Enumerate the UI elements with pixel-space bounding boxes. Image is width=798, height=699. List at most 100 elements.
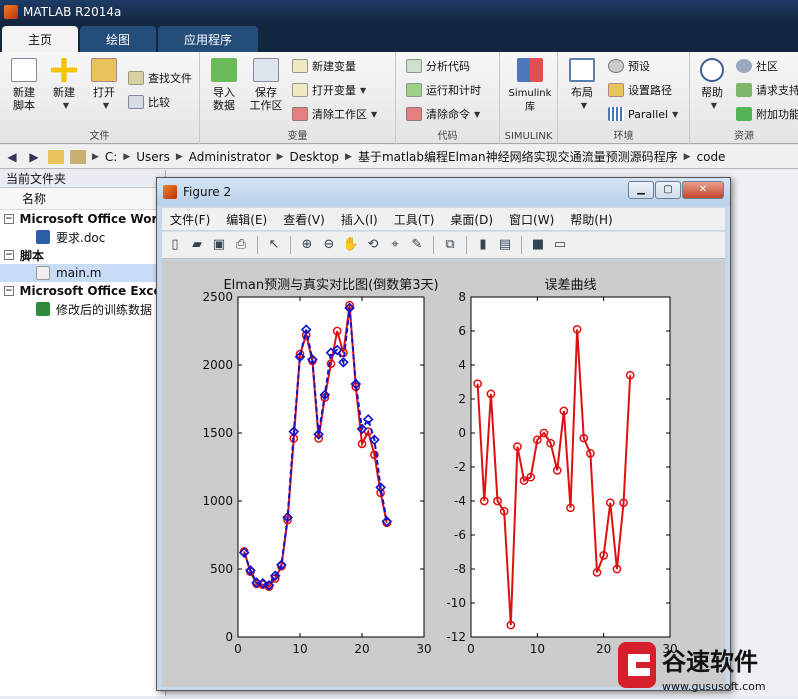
open-button[interactable]: 打开 ▼	[82, 58, 126, 112]
find-files-button[interactable]: 查找文件	[128, 68, 192, 88]
layout-icon	[569, 58, 595, 82]
menu-desktop[interactable]: 桌面(D)	[442, 211, 501, 228]
data-cursor-icon[interactable]: ⌖	[386, 236, 404, 254]
set-path-button[interactable]: 设置路径	[608, 80, 672, 100]
analyze-code-icon	[406, 59, 422, 73]
chart-title-0: Elman预测与真实对比图(倒数第3天)	[223, 278, 438, 293]
figure-titlebar[interactable]: Figure 2 ▁ ▢ ✕	[157, 178, 730, 206]
brush-icon[interactable]: ✎	[408, 236, 426, 254]
analyze-code-button[interactable]: 分析代码	[406, 56, 470, 76]
clear-workspace-icon	[292, 107, 308, 121]
back-arrow-icon[interactable]: ◀	[4, 150, 20, 164]
current-folder-panel: 当前文件夹 名称 − Microsoft Office Word 要求.doc …	[0, 170, 166, 696]
hide-plot-tools-icon[interactable]: ■	[529, 236, 547, 254]
menu-file[interactable]: 文件(F)	[162, 211, 218, 228]
collapse-icon[interactable]: −	[4, 286, 14, 296]
y-tick-label-1-7: 2	[458, 392, 466, 406]
new-script-button[interactable]: 新建 脚本	[2, 58, 46, 112]
forward-arrow-icon[interactable]: ▶	[26, 150, 42, 164]
ribbon-group-code: 分析代码 运行和计时 清除命令 ▼ 代码	[396, 52, 500, 144]
run-and-time-button[interactable]: 运行和计时	[406, 80, 481, 100]
add-ons-button[interactable]: 附加功能	[736, 104, 798, 124]
legend-icon[interactable]: ▤	[496, 236, 514, 254]
compare-button[interactable]: 比较	[128, 92, 170, 112]
breadcrumb-code[interactable]: code	[697, 150, 726, 164]
ribbon-tabs: 主页 绘图 应用程序	[0, 24, 798, 52]
parallel-button[interactable]: Parallel ▼	[608, 104, 678, 124]
menu-insert[interactable]: 插入(I)	[333, 211, 386, 228]
compare-icon	[128, 95, 144, 109]
pan-hand-icon[interactable]: ✋	[342, 236, 360, 254]
menu-edit[interactable]: 编辑(E)	[218, 211, 275, 228]
ribbon-group-environment: 布局 ▼ 预设 设置路径 Parallel ▼ 环境	[558, 52, 690, 144]
tab-plots[interactable]: 绘图	[80, 26, 157, 52]
address-bar: ◀ ▶ ▶ C: ▶ Users ▶ Administrator ▶ Deskt…	[0, 145, 798, 169]
menu-help[interactable]: 帮助(H)	[562, 211, 620, 228]
pointer-icon[interactable]: ↖	[265, 236, 283, 254]
figure-canvas[interactable]: Elman预测与真实对比图(倒数第3天) 0 10 20 30 0 500 1000 1500 2…	[162, 260, 725, 687]
watermark-logo-icon	[618, 642, 656, 688]
x-tick-label-1-0: 0	[467, 642, 475, 656]
zoom-out-icon[interactable]: ⊖	[320, 236, 338, 254]
close-button[interactable]: ✕	[682, 181, 724, 199]
clear-workspace-button[interactable]: 清除工作区 ▼	[292, 104, 377, 124]
minimize-button[interactable]: ▁	[628, 181, 654, 199]
group-scripts[interactable]: − 脚本	[0, 246, 165, 264]
open-file-icon[interactable]: ▰	[188, 236, 206, 254]
breadcrumb-project-folder[interactable]: 基于matlab编程Elman神经网络实现交通流量预测源码程序	[358, 148, 678, 165]
breadcrumb-users[interactable]: Users	[136, 150, 170, 164]
tab-apps[interactable]: 应用程序	[158, 26, 259, 52]
preferences-button[interactable]: 预设	[608, 56, 650, 76]
y-tick-label-1-10: 8	[458, 290, 466, 304]
open-variable-button[interactable]: 打开变量 ▼	[292, 80, 366, 100]
save-workspace-button[interactable]: 保存 工作区	[244, 58, 288, 112]
menu-tools[interactable]: 工具(T)	[386, 211, 443, 228]
layout-button[interactable]: 布局 ▼	[560, 58, 604, 112]
ribbon: 新建 脚本 新建▼ 打开▼ 查找文件 比较 文件 导入 数据 保存 工作区	[0, 52, 798, 144]
file-item[interactable]: 要求.doc	[0, 228, 165, 246]
folder-icon	[91, 58, 117, 82]
name-column-header[interactable]: 名称	[0, 188, 165, 210]
breadcrumb-administrator[interactable]: Administrator	[189, 150, 271, 164]
y-tick-label-1-9: 6	[458, 324, 466, 338]
community-button[interactable]: 社区	[736, 56, 778, 76]
tab-home[interactable]: 主页	[2, 26, 79, 52]
x-tick-label-0-2: 20	[354, 642, 369, 656]
maximize-button[interactable]: ▢	[655, 181, 681, 199]
print-icon[interactable]: ⎙	[232, 236, 250, 254]
help-button[interactable]: 帮助 ▼	[690, 58, 734, 112]
new-variable-button[interactable]: 新建变量	[292, 56, 356, 76]
group-word[interactable]: − Microsoft Office Word	[0, 210, 165, 228]
figure-window[interactable]: Figure 2 ▁ ▢ ✕ 文件(F) 编辑(E) 查看(V) 插入(I) 工…	[156, 177, 731, 691]
simulink-library-button[interactable]: Simulink 库	[504, 58, 556, 114]
import-data-button[interactable]: 导入 数据	[202, 58, 246, 112]
community-icon	[736, 59, 752, 73]
show-plot-tools-icon[interactable]: ▭	[551, 236, 569, 254]
group-excel[interactable]: − Microsoft Office Excel	[0, 282, 165, 300]
browse-folder-icon[interactable]	[70, 149, 86, 164]
menu-view[interactable]: 查看(V)	[275, 211, 333, 228]
request-support-button[interactable]: 请求支持	[736, 80, 798, 100]
save-icon[interactable]: ▣	[210, 236, 228, 254]
file-item[interactable]: 修改后的训练数据	[0, 300, 165, 318]
help-icon	[700, 58, 724, 82]
file-item[interactable]: main.m	[0, 264, 165, 282]
zoom-in-icon[interactable]: ⊕	[298, 236, 316, 254]
collapse-icon[interactable]: −	[4, 250, 14, 260]
rotate-icon[interactable]: ⟲	[364, 236, 382, 254]
add-ons-icon	[736, 107, 752, 121]
up-folder-icon[interactable]	[48, 149, 64, 164]
breadcrumb-c[interactable]: C:	[105, 150, 117, 164]
m-file-icon	[36, 266, 50, 280]
clear-commands-button[interactable]: 清除命令 ▼	[406, 104, 480, 124]
new-button[interactable]: 新建 ▼	[42, 58, 86, 112]
breadcrumb-desktop[interactable]: Desktop	[290, 150, 340, 164]
link-plot-icon[interactable]: ⧉	[441, 236, 459, 254]
x-tick-label-1-1: 10	[530, 642, 545, 656]
colorbar-icon[interactable]: ▮	[474, 236, 492, 254]
menu-window[interactable]: 窗口(W)	[501, 211, 562, 228]
open-variable-icon	[292, 83, 308, 97]
collapse-icon[interactable]: −	[4, 214, 14, 224]
ribbon-group-simulink: Simulink 库 SIMULINK	[500, 52, 558, 144]
new-figure-icon[interactable]: ▯	[166, 236, 184, 254]
